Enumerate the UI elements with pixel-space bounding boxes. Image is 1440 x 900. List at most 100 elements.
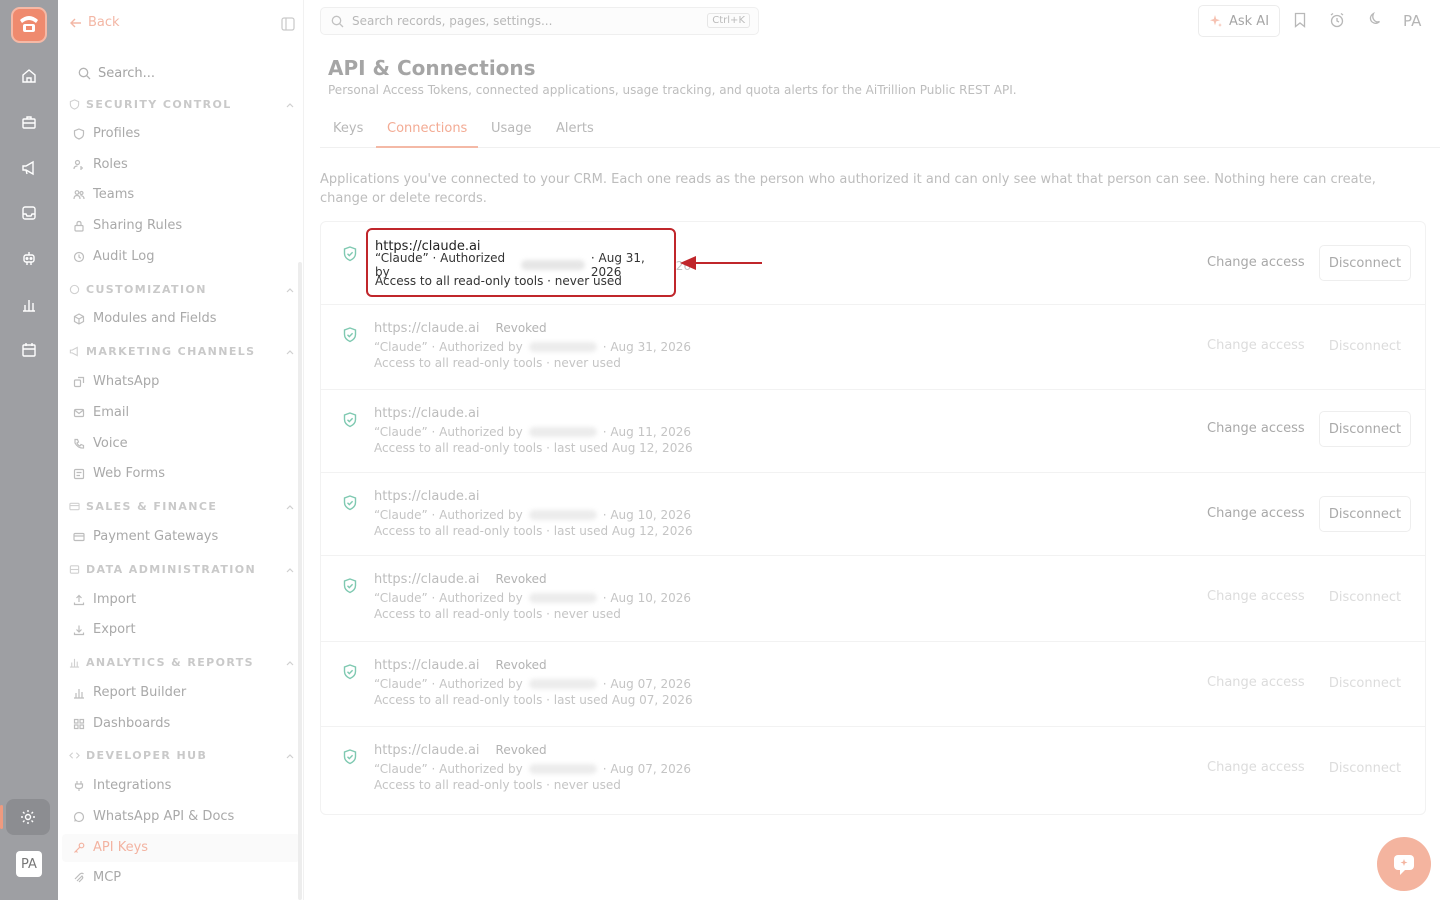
- tab-usage[interactable]: Usage: [491, 121, 532, 136]
- settings-icon[interactable]: [0, 799, 50, 835]
- chat-fab-button[interactable]: [1377, 837, 1431, 891]
- section-customization[interactable]: CUSTOMIZATION: [69, 283, 295, 296]
- moon-icon[interactable]: [1367, 12, 1382, 27]
- connection-url[interactable]: https://claude.ai: [374, 743, 480, 758]
- connection-url[interactable]: https://claude.ai: [374, 572, 480, 587]
- chevron-up-icon: [286, 568, 294, 573]
- sidebar-item-export[interactable]: Export: [73, 622, 136, 637]
- connection-url[interactable]: https://claude.ai: [374, 658, 480, 673]
- shield-icon: [69, 99, 80, 110]
- disconnect-button[interactable]: Disconnect: [1319, 579, 1411, 615]
- change-access-button[interactable]: Change access: [1207, 338, 1305, 353]
- sidebar-item-roles[interactable]: Roles: [73, 157, 128, 172]
- sidebar-item-payment-gateways[interactable]: Payment Gateways: [73, 529, 218, 544]
- sidebar-item-sharing-rules[interactable]: Sharing Rules: [73, 218, 182, 233]
- tab-keys[interactable]: Keys: [333, 121, 363, 136]
- briefcase-icon[interactable]: [19, 112, 39, 132]
- connection-details: https://claude.ai Revoked “Claude” · Autho…: [374, 741, 691, 795]
- global-search-input[interactable]: Search records, pages, settings... Ctrl+…: [320, 7, 759, 35]
- ask-ai-button[interactable]: Ask AI: [1198, 5, 1280, 37]
- sidebar-item-profiles[interactable]: Profiles: [73, 126, 140, 141]
- section-sales-finance[interactable]: SALES & FINANCE: [69, 500, 295, 513]
- card-icon: [69, 502, 80, 511]
- redacted-user: [528, 427, 597, 437]
- arrow-left-icon: [70, 18, 81, 27]
- connection-scope: Access to all read-only tools · last use…: [374, 693, 693, 707]
- change-access-button[interactable]: Change access: [1207, 421, 1305, 436]
- connection-url[interactable]: https://claude.ai: [374, 321, 480, 336]
- connection-url[interactable]: https://claude.ai: [374, 406, 480, 421]
- home-icon[interactable]: [19, 66, 39, 86]
- change-access-button[interactable]: Change access: [1207, 589, 1305, 604]
- inbox-icon[interactable]: [19, 203, 39, 223]
- sidebar-item-audit-log[interactable]: Audit Log: [73, 249, 154, 264]
- chat-icon: [1394, 855, 1414, 875]
- shield-icon: [73, 127, 85, 140]
- sidebar-item-modules-and-fields[interactable]: Modules and Fields: [73, 311, 217, 326]
- sidebar-scrollbar[interactable]: [298, 262, 302, 900]
- connection-row: https://claude.ai Revoked “Claude” · Autho…: [321, 727, 1425, 815]
- connections-intro: Applications you've connected to your CR…: [320, 172, 1376, 206]
- connection-row: https://claude.ai Revoked “Claude” · Autho…: [321, 642, 1425, 727]
- sidebar-item-api-keys[interactable]: API Keys: [73, 840, 148, 855]
- disconnect-button[interactable]: Disconnect: [1319, 750, 1411, 786]
- redacted-user: [528, 342, 597, 352]
- tab-alerts[interactable]: Alerts: [556, 121, 594, 136]
- change-access-button[interactable]: Change access: [1207, 506, 1305, 521]
- sparkle-icon: [1209, 15, 1222, 27]
- section-data-administration[interactable]: DATA ADMINISTRATION: [69, 563, 295, 576]
- chevron-up-icon: [286, 661, 294, 666]
- bookmark-icon[interactable]: [1293, 12, 1307, 28]
- megaphone-icon[interactable]: [19, 158, 39, 178]
- sidebar-item-email[interactable]: Email: [73, 405, 129, 420]
- disconnect-button[interactable]: Disconnect: [1319, 245, 1411, 281]
- sidebar-item-voice[interactable]: Voice: [73, 436, 128, 451]
- sidebar-collapse-icon[interactable]: [281, 17, 295, 31]
- section-marketing-channels[interactable]: MARKETING CHANNELS: [69, 345, 295, 358]
- plug-icon: [74, 780, 84, 791]
- app-logo[interactable]: [11, 7, 47, 43]
- card-icon: [73, 532, 85, 541]
- sidebar-item-whatsapp[interactable]: WhatsApp: [73, 374, 159, 389]
- sidebar-item-whatsapp-api-docs[interactable]: WhatsApp API & Docs: [73, 809, 234, 824]
- section-security-control[interactable]: SECURITY CONTROL: [69, 98, 295, 111]
- disconnect-button[interactable]: Disconnect: [1319, 411, 1411, 447]
- sidebar-item-dashboards[interactable]: Dashboards: [73, 716, 170, 731]
- connection-details: https://claude.ai “Claude” · Authorized b…: [374, 404, 693, 458]
- download-icon: [73, 625, 85, 635]
- sidebar-item-report-builder[interactable]: Report Builder: [73, 685, 186, 700]
- robot-icon[interactable]: [19, 249, 39, 269]
- calendar-icon[interactable]: [19, 340, 39, 360]
- sidebar-item-mcp[interactable]: MCP: [73, 870, 121, 885]
- tab-bar: Keys Connections Usage Alerts: [320, 114, 1440, 148]
- chart-icon[interactable]: [19, 295, 39, 315]
- connection-details: https://claude.ai “Claude” · Authorized b…: [374, 487, 693, 541]
- sidebar-item-integrations[interactable]: Integrations: [73, 778, 171, 793]
- alarm-clock-icon[interactable]: [1329, 12, 1345, 28]
- change-access-button[interactable]: Change access: [1207, 255, 1305, 270]
- connection-meta: “Claude” · Authorized by · Aug 10, 2026: [374, 508, 691, 522]
- status-badge: Revoked: [495, 743, 547, 757]
- sidebar-item-teams[interactable]: Teams: [73, 187, 134, 202]
- connection-url[interactable]: https://claude.ai: [374, 489, 480, 504]
- section-analytics-reports[interactable]: ANALYTICS & REPORTS: [69, 656, 295, 669]
- section-developer-hub[interactable]: DEVELOPER HUB: [69, 749, 295, 762]
- chevron-up-icon: [286, 505, 294, 510]
- disconnect-button[interactable]: Disconnect: [1319, 496, 1411, 532]
- disconnect-button[interactable]: Disconnect: [1319, 328, 1411, 364]
- sidebar-item-import[interactable]: Import: [73, 592, 136, 607]
- status-badge: Revoked: [495, 658, 547, 672]
- back-button[interactable]: Back: [70, 15, 120, 30]
- form-icon: [73, 468, 85, 479]
- sidebar-search-input[interactable]: Search...: [78, 66, 155, 81]
- sidebar-item-web-forms[interactable]: Web Forms: [73, 466, 165, 481]
- connection-meta: “Claude” · Authorized by· Aug 31, 2026: [374, 340, 691, 354]
- disconnect-button[interactable]: Disconnect: [1319, 665, 1411, 701]
- redacted-user: [528, 593, 597, 603]
- rail-avatar[interactable]: PA: [16, 851, 42, 877]
- change-access-button[interactable]: Change access: [1207, 675, 1305, 690]
- user-menu[interactable]: PA: [1403, 12, 1421, 30]
- change-access-button[interactable]: Change access: [1207, 760, 1305, 775]
- tab-connections[interactable]: Connections: [387, 121, 467, 136]
- annotation-arrow-icon: [680, 256, 762, 270]
